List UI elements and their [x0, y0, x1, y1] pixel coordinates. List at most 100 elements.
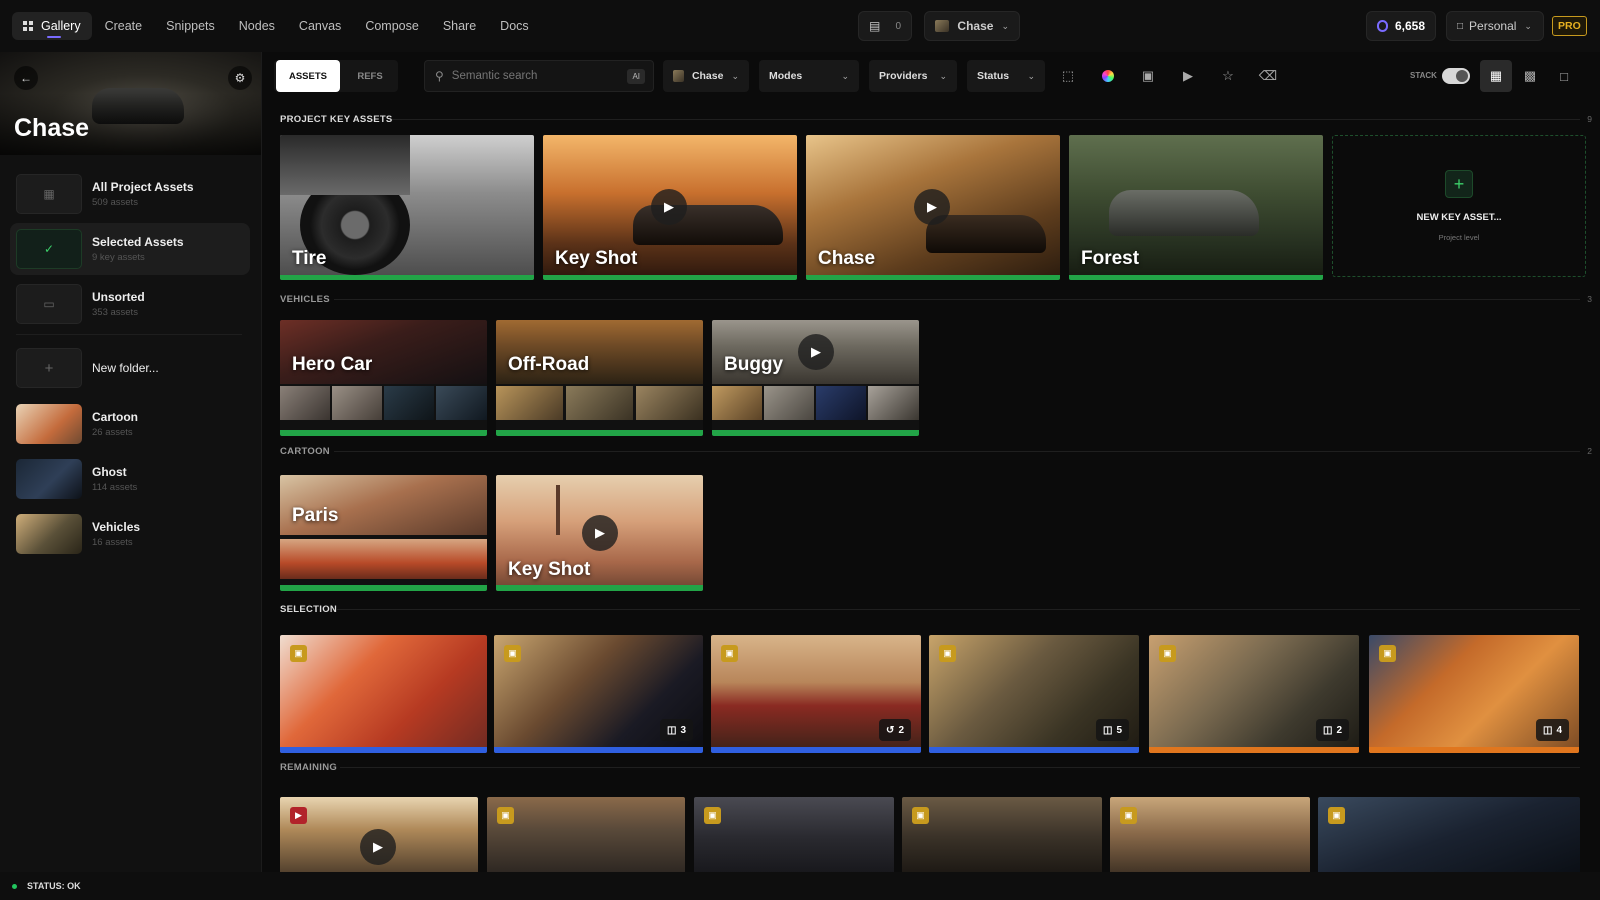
project-selector[interactable]: Chase ⌄: [924, 11, 1020, 41]
asset-card[interactable]: ▣ ◫ 4: [1369, 635, 1579, 753]
tab-share[interactable]: Share: [432, 12, 487, 40]
grid-large-icon[interactable]: ▩: [1514, 60, 1546, 92]
project-title: Chase: [14, 114, 90, 142]
divider: [16, 334, 242, 335]
status-bar: [280, 747, 487, 753]
image-icon[interactable]: ▣: [1132, 60, 1164, 92]
status-filter[interactable]: Status ⌄: [967, 60, 1045, 92]
play-icon[interactable]: ▶: [798, 334, 834, 370]
new-folder-button[interactable]: + New folder...: [10, 342, 250, 394]
chevron-down-icon: ⌄: [841, 70, 849, 81]
tab-compose[interactable]: Compose: [354, 12, 430, 40]
project-thumbnail: [935, 20, 950, 32]
status-bar: [543, 275, 797, 280]
single-view-icon[interactable]: □: [1548, 60, 1580, 92]
modes-label: Modes: [769, 70, 803, 82]
stack-count: 5: [1116, 724, 1122, 736]
stack-icon: ◫: [1542, 724, 1553, 736]
key-asset-card[interactable]: ▶ Key Shot: [496, 475, 703, 591]
card-title: Paris: [292, 505, 339, 526]
providers-filter[interactable]: Providers ⌄: [869, 60, 957, 92]
select-icon[interactable]: ⬚: [1052, 60, 1084, 92]
new-key-asset-button[interactable]: + NEW KEY ASSET... Project level: [1332, 135, 1586, 277]
asset-card[interactable]: ▣: [487, 797, 685, 872]
stack-toggle[interactable]: [1442, 68, 1470, 84]
video-icon[interactable]: ▶: [1172, 60, 1204, 92]
asset-card[interactable]: ▣: [280, 635, 487, 753]
video-icon: ▶: [290, 807, 307, 824]
play-icon[interactable]: ▶: [914, 189, 950, 225]
workspace-selector[interactable]: □ Personal ⌄: [1446, 11, 1544, 41]
folder-card[interactable]: Paris: [280, 475, 487, 591]
tab-canvas[interactable]: Canvas: [288, 12, 352, 40]
project-thumbnail: [673, 70, 684, 82]
semantic-search[interactable]: ⚲ AI: [424, 60, 654, 92]
status-bar: [280, 585, 487, 591]
key-asset-card[interactable]: Tire: [280, 135, 534, 280]
asset-card[interactable]: ▣: [694, 797, 894, 872]
asset-card[interactable]: ▣ ◫ 5: [929, 635, 1139, 753]
credits-display[interactable]: 6,658: [1366, 11, 1436, 41]
play-icon[interactable]: ▶: [651, 189, 687, 225]
chevron-down-icon: ⌄: [731, 70, 739, 81]
play-icon[interactable]: ▶: [360, 829, 396, 865]
search-input[interactable]: [451, 70, 612, 82]
gear-icon[interactable]: ⚙: [228, 66, 252, 90]
folder-unsorted[interactable]: ▭ Unsorted 353 assets: [10, 278, 250, 330]
folder-selected-assets[interactable]: ✓ Selected Assets 9 key assets: [10, 223, 250, 275]
tab-create[interactable]: Create: [94, 12, 154, 40]
divider: [336, 609, 1580, 610]
credits-value: 6,658: [1394, 19, 1425, 33]
key-asset-card[interactable]: ▶ Key Shot: [543, 135, 797, 280]
color-wheel-icon[interactable]: [1092, 60, 1124, 92]
back-arrow-icon[interactable]: ←: [14, 66, 38, 90]
folder-card[interactable]: ▶ Buggy: [712, 320, 919, 436]
project-filter[interactable]: Chase ⌄: [663, 60, 749, 92]
filter-toolbar: ASSETS REFS ⚲ AI Chase ⌄ Modes ⌄ Provide…: [262, 52, 1600, 100]
key-asset-card[interactable]: Forest: [1069, 135, 1323, 280]
card-title: Tire: [292, 248, 327, 269]
play-icon[interactable]: ▶: [582, 515, 618, 551]
trash-icon[interactable]: ⌫: [1252, 60, 1284, 92]
tab-assets[interactable]: ASSETS: [276, 60, 340, 92]
folder-count: 509 assets: [92, 197, 138, 208]
history-badge: ↺ 2: [879, 719, 911, 741]
tab-nodes[interactable]: Nodes: [228, 12, 286, 40]
tab-gallery[interactable]: Gallery: [12, 12, 92, 40]
tab-docs[interactable]: Docs: [489, 12, 539, 40]
asset-card[interactable]: ▣ ↺ 2: [711, 635, 921, 753]
tab-snippets[interactable]: Snippets: [155, 12, 226, 40]
folder-card[interactable]: Hero Car: [280, 320, 487, 436]
asset-card[interactable]: ▣: [1110, 797, 1310, 872]
modes-filter[interactable]: Modes ⌄: [759, 60, 859, 92]
folder-count: 26 assets: [92, 427, 133, 438]
key-asset-card[interactable]: ▶ Chase: [806, 135, 1060, 280]
tab-refs[interactable]: REFS: [344, 60, 396, 92]
cart-button[interactable]: ▤ 0: [858, 11, 912, 41]
asset-card[interactable]: ▶ ▶: [280, 797, 478, 872]
asset-card[interactable]: ▣: [902, 797, 1102, 872]
folder-label: New folder...: [92, 361, 159, 375]
divider: [334, 299, 1580, 300]
stack-icon: ◫: [1102, 724, 1113, 736]
folder-all-project-assets[interactable]: ▦ All Project Assets 509 assets: [10, 168, 250, 220]
new-key-asset-sub: Project level: [1438, 233, 1480, 242]
section-title: CARTOON: [280, 446, 330, 457]
asset-card[interactable]: ▣ ◫ 3: [494, 635, 703, 753]
section-title: REMAINING: [280, 762, 338, 773]
folder-cartoon[interactable]: Cartoon 26 assets: [10, 398, 250, 450]
ai-badge[interactable]: AI: [627, 68, 645, 84]
folder-vehicles[interactable]: Vehicles 16 assets: [10, 508, 250, 560]
star-icon[interactable]: ☆: [1212, 60, 1244, 92]
image-icon: ▣: [721, 645, 738, 662]
image-icon: ▣: [1159, 645, 1176, 662]
grid-small-icon[interactable]: ▦: [1480, 60, 1512, 92]
plan-badge[interactable]: PRO: [1552, 16, 1587, 36]
asset-card[interactable]: ▣ ◫ 2: [1149, 635, 1359, 753]
section-title: VEHICLES: [280, 294, 330, 305]
folder-ghost[interactable]: Ghost 114 assets: [10, 453, 250, 505]
folder-card[interactable]: Off-Road: [496, 320, 703, 436]
asset-card[interactable]: ▣: [1318, 797, 1580, 872]
divider: [340, 767, 1580, 768]
stack-count: 4: [1556, 724, 1562, 736]
